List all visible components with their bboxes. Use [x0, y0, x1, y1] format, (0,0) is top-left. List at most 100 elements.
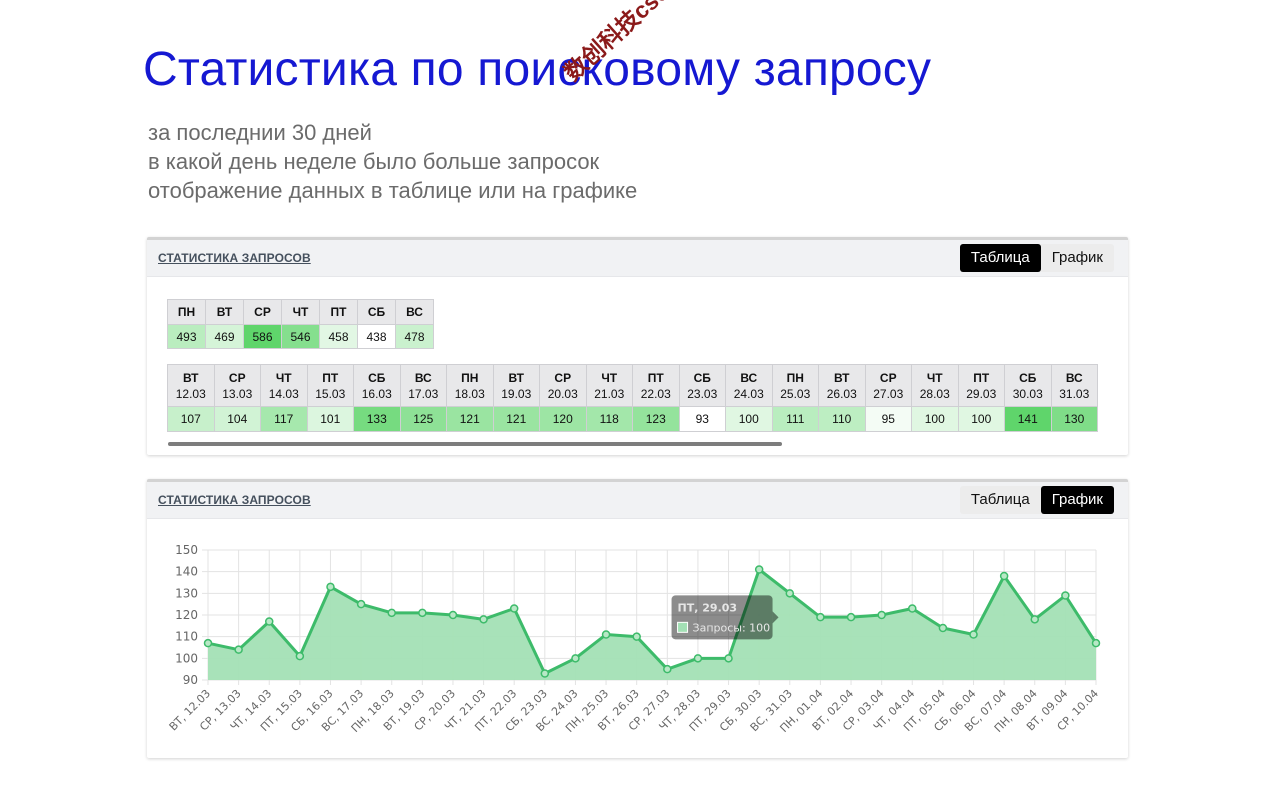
data-point — [663, 664, 672, 674]
day-date: 29.03 — [966, 386, 997, 401]
view-toggle: Таблица График — [959, 486, 1114, 514]
day-of-week: ЧТ — [926, 370, 943, 385]
day-value-cell: 121 — [446, 406, 494, 432]
data-point — [969, 630, 978, 639]
day-of-week: ВТ — [182, 370, 199, 385]
subtitle-line: в какой день неделе было больше запросок — [148, 149, 600, 174]
day-of-week: ПН — [786, 370, 804, 385]
daily-stats-table: ВТ 12.03 СР 13.03 ЧТ 14.03 ПТ 15.03 СБ 16.03 ВС 17.… — [167, 364, 1098, 432]
horizontal-scrollbar[interactable] — [168, 442, 782, 446]
day-header: ВТ 12.03 — [167, 364, 215, 407]
day-header: ПТ 22.03 — [632, 364, 680, 407]
day-of-week: ПН — [461, 370, 479, 385]
y-tick-label: 140 — [175, 565, 198, 579]
data-point — [479, 615, 488, 624]
day-date: 18.03 — [454, 386, 485, 401]
day-of-week: ПТ — [322, 370, 339, 385]
data-point — [264, 617, 274, 626]
day-value-cell: 100 — [911, 406, 959, 432]
day-header: ПН 18.03 — [446, 364, 494, 407]
day-value-cell: 120 — [539, 406, 587, 432]
stats-table-card: СТАТИСТИКА ЗАПРОСОВ Таблица График ПН ВТ С… — [147, 237, 1128, 455]
day-of-week: ВТ — [833, 370, 850, 385]
data-point — [785, 589, 795, 598]
weekday-header: ВТ — [205, 299, 244, 325]
day-value-cell: 95 — [864, 406, 912, 432]
day-header: ПТ 29.03 — [957, 364, 1005, 407]
day-date: 14.03 — [268, 386, 299, 401]
day-header: ВС 17.03 — [399, 364, 447, 407]
day-of-week: ВС — [740, 370, 758, 385]
day-date: 24.03 — [733, 386, 764, 401]
chart-view-button[interactable]: График — [1040, 486, 1114, 514]
day-date: 23.03 — [687, 386, 718, 401]
card-title[interactable]: СТАТИСТИКА ЗАПРОСОВ — [158, 493, 311, 507]
table-view-button[interactable]: Таблица — [959, 244, 1041, 272]
data-point — [1061, 591, 1070, 600]
data-point — [295, 651, 305, 661]
weekday-header: СР — [243, 299, 282, 325]
data-point — [999, 571, 1009, 581]
card-title[interactable]: СТАТИСТИКА ЗАПРОСОВ — [158, 251, 311, 265]
day-value-cell: 107 — [167, 406, 215, 432]
day-value-cell: 117 — [260, 406, 308, 432]
day-date: 16.03 — [361, 386, 392, 401]
data-point — [1030, 615, 1040, 624]
data-point — [540, 669, 550, 678]
day-value-cell: 110 — [818, 406, 866, 432]
data-point — [601, 630, 611, 639]
day-header: СР 27.03 — [864, 364, 912, 407]
day-of-week: ВТ — [508, 370, 525, 385]
data-point — [203, 638, 213, 648]
day-of-week: ПТ — [973, 370, 990, 385]
day-header: СР 20.03 — [539, 364, 587, 407]
data-point — [571, 654, 580, 663]
chart-view-button[interactable]: График — [1041, 244, 1114, 272]
weekday-totals-table: ПН ВТ СР ЧТ ПТ СБ ВС 493 469 586 546 458 438 478 — [167, 299, 434, 349]
day-value-cell: 133 — [353, 406, 401, 432]
subtitle-line: отображение данных в таблице или на граф… — [148, 178, 638, 203]
day-of-week: ЧТ — [601, 370, 618, 385]
day-date: 25.03 — [780, 386, 811, 401]
day-of-week: ВС — [414, 370, 432, 385]
y-tick-label: 130 — [175, 586, 198, 600]
daily-table-scroll[interactable]: ВТ 12.03 СР 13.03 ЧТ 14.03 ПТ 15.03 СБ 16.03 ВС 17.… — [167, 364, 1107, 434]
data-point — [509, 604, 519, 613]
data-point — [448, 610, 458, 620]
day-of-week: СР — [554, 370, 572, 385]
data-point — [846, 612, 856, 622]
day-value-cell: 123 — [632, 406, 680, 432]
weekday-total-cell: 458 — [319, 324, 358, 349]
day-header: СР 13.03 — [213, 364, 261, 407]
y-tick-label: 150 — [175, 543, 198, 557]
day-of-week: СБ — [693, 370, 711, 385]
day-header: ВС 24.03 — [725, 364, 773, 407]
requests-area-chart[interactable]: 90100110120130140150ВТ, 12.03СР, 13.03ЧТ… — [147, 519, 1128, 758]
weekday-total-cell: 546 — [281, 324, 320, 349]
day-header: СБ 16.03 — [353, 364, 401, 407]
data-point — [693, 654, 703, 663]
day-date: 19.03 — [501, 386, 532, 401]
data-point — [356, 599, 366, 609]
tooltip-swatch — [677, 621, 689, 633]
day-date: 17.03 — [408, 386, 439, 401]
day-header: ВТ 26.03 — [818, 364, 866, 407]
weekday-total-cell: 478 — [395, 324, 434, 349]
tooltip-title: ПТ, 29.03 — [678, 601, 738, 614]
data-point — [816, 612, 825, 622]
data-point — [632, 632, 641, 641]
day-date: 27.03 — [873, 386, 904, 401]
stats-chart-card: СТАТИСТИКА ЗАПРОСОВ Таблица График 90 100… — [147, 479, 1128, 758]
data-point — [877, 610, 886, 620]
day-value-cell: 141 — [1004, 406, 1052, 432]
data-point — [234, 645, 243, 654]
day-value-cell: 111 — [771, 406, 819, 432]
data-point — [418, 608, 427, 618]
table-view-button[interactable]: Таблица — [960, 486, 1041, 514]
day-header: СБ 23.03 — [678, 364, 726, 407]
day-date: 15.03 — [315, 386, 346, 401]
card-header: СТАТИСТИКА ЗАПРОСОВ Таблица График — [147, 482, 1128, 519]
day-value-cell: 93 — [678, 406, 726, 432]
y-tick-label: 90 — [183, 673, 198, 687]
day-header: ПН 25.03 — [771, 364, 819, 407]
